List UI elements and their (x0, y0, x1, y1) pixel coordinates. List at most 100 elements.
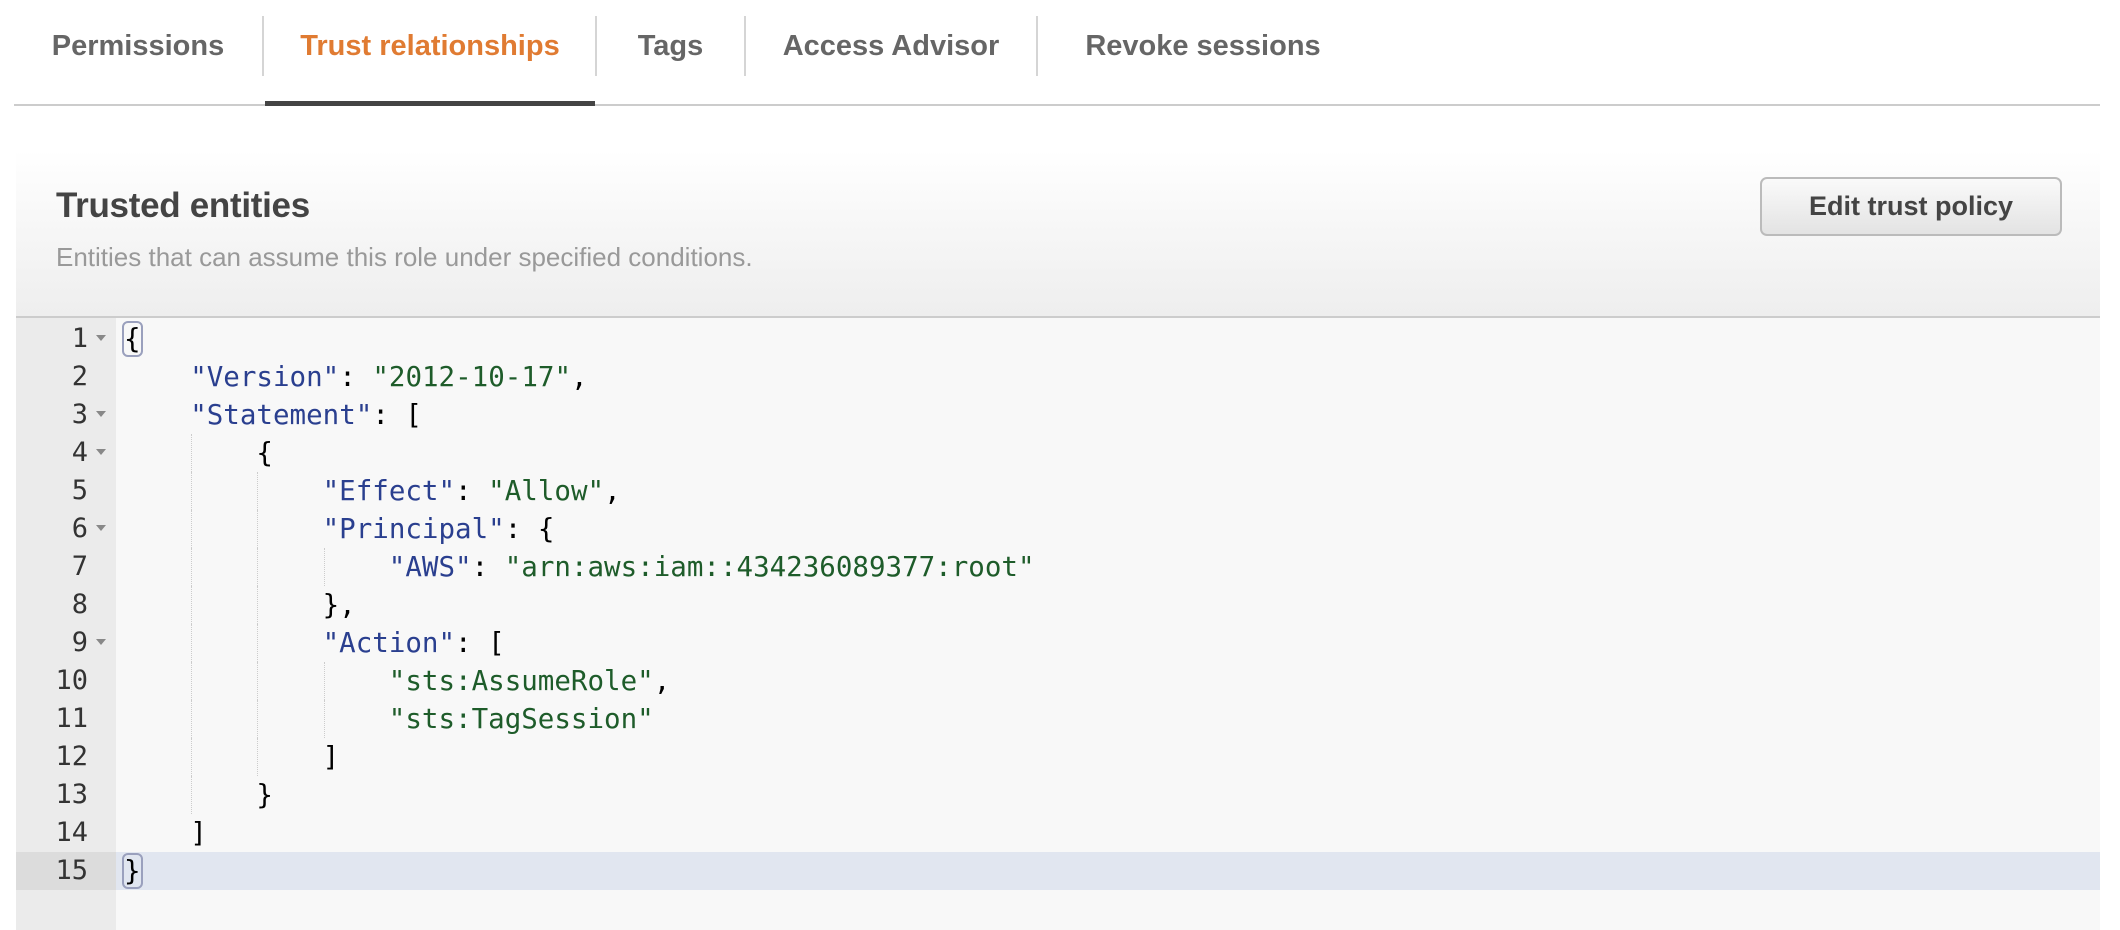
code-text: "AWS": "arn:aws:iam::434236089377:root" (389, 548, 1035, 586)
indent-guide (257, 662, 259, 700)
indent-guide (191, 548, 193, 586)
edit-trust-policy-button[interactable]: Edit trust policy (1760, 177, 2062, 236)
code-line: 1{ (16, 320, 2100, 358)
line-number: 10 (55, 665, 88, 696)
indent-guide (191, 586, 193, 624)
json-punctuation: : { (504, 513, 555, 545)
json-punctuation: : [ (455, 627, 505, 659)
code-text: "sts:AssumeRole", (389, 662, 670, 700)
tab-bar: Permissions Trust relationships Tags Acc… (14, 0, 2100, 106)
indent-guide (323, 700, 325, 738)
indent-guide (191, 738, 193, 776)
json-string: "arn:aws:iam::434236089377:root" (504, 551, 1035, 583)
fold-arrow-icon[interactable] (96, 335, 106, 341)
code-lines: 1{2 "Version": "2012-10-17", 3 "Statement":… (16, 320, 2100, 890)
line-number: 8 (71, 589, 88, 620)
indent-guide (257, 510, 259, 548)
trust-policy-code-viewer[interactable]: 1{2 "Version": "2012-10-17", 3 "Statement":… (16, 318, 2100, 930)
json-punctuation: } (122, 853, 143, 889)
line-number: 11 (55, 703, 88, 734)
line-number: 5 (71, 475, 88, 506)
json-punctuation: : (455, 475, 489, 507)
fold-arrow-icon[interactable] (96, 449, 106, 455)
section-description: Entities that can assume this role under… (56, 242, 753, 272)
json-string: "Allow" (488, 475, 605, 507)
json-key: "AWS" (388, 551, 472, 583)
json-key: "Statement" (190, 399, 373, 431)
json-punctuation: ] (322, 741, 340, 773)
code-text: "sts:TagSession" (389, 700, 654, 738)
indent-guide (257, 624, 259, 662)
code-text: } (256, 776, 273, 814)
tab-revoke-sessions[interactable]: Revoke sessions (1038, 0, 1368, 104)
indent-guide (257, 738, 259, 776)
indent-guide (191, 510, 193, 548)
json-key: "Effect" (322, 475, 456, 507)
indent-guide (257, 472, 259, 510)
code-line: 7 "AWS": "arn:aws:iam::434236089377:root" (16, 548, 2100, 586)
json-punctuation: , (653, 665, 671, 697)
json-key: "Action" (322, 627, 456, 659)
code-text: "Principal": { (323, 510, 555, 548)
json-punctuation: : (339, 361, 373, 393)
code-line: 10 "sts:AssumeRole", (16, 662, 2100, 700)
code-text: { (256, 434, 273, 472)
code-text: "Action": [ (323, 624, 505, 662)
json-punctuation: , (604, 475, 621, 507)
indent-guide (191, 472, 193, 510)
code-line: 11 "sts:TagSession" (16, 700, 2100, 738)
indent-guide (191, 434, 193, 472)
line-number: 15 (16, 852, 116, 890)
trusted-entities-header: Trusted entities Entities that can assum… (16, 150, 2100, 318)
indent-guide (191, 776, 193, 814)
code-line: 8}, (16, 586, 2100, 624)
line-number: 13 (55, 779, 88, 810)
code-text: "Statement": [ (190, 396, 422, 434)
tab-access-advisor[interactable]: Access Advisor (746, 0, 1036, 104)
indent-guide (257, 700, 259, 738)
json-punctuation: ] (190, 817, 207, 849)
json-punctuation: { (256, 437, 273, 469)
code-text: } (122, 852, 143, 890)
code-line: 14] (16, 814, 2100, 852)
json-punctuation: } (256, 779, 273, 811)
code-text: "Effect": "Allow", (323, 472, 621, 510)
code-line: 4{ (16, 434, 2100, 472)
section-title: Trusted entities (56, 186, 310, 225)
code-line: 6 "Principal": { (16, 510, 2100, 548)
code-line: 13} (16, 776, 2100, 814)
tab-permissions[interactable]: Permissions (14, 0, 262, 104)
code-text: { (122, 320, 143, 358)
json-punctuation: : (471, 551, 505, 583)
code-line: 9 "Action": [ (16, 624, 2100, 662)
line-number: 2 (71, 361, 88, 392)
code-line: 5 "Effect": "Allow", (16, 472, 2100, 510)
json-punctuation: { (122, 321, 143, 357)
json-key: "Version" (190, 361, 340, 393)
json-punctuation: , (571, 361, 588, 393)
json-punctuation: }, (322, 589, 356, 621)
line-number: 14 (55, 817, 88, 848)
json-string: "2012-10-17" (372, 361, 572, 393)
fold-arrow-icon[interactable] (96, 411, 106, 417)
indent-guide (257, 548, 259, 586)
fold-arrow-icon[interactable] (96, 639, 106, 645)
code-text: }, (323, 586, 356, 624)
line-number: 7 (71, 551, 88, 582)
fold-arrow-icon[interactable] (96, 525, 106, 531)
indent-guide (257, 586, 259, 624)
tab-trust-relationships[interactable]: Trust relationships (265, 0, 595, 106)
json-key: "Principal" (322, 513, 505, 545)
json-string: "sts:TagSession" (388, 703, 654, 735)
code-line: 15} (16, 852, 2100, 890)
tab-tags[interactable]: Tags (597, 0, 744, 104)
indent-guide (323, 548, 325, 586)
indent-guide (191, 624, 193, 662)
indent-guide (191, 700, 193, 738)
indent-guide (323, 662, 325, 700)
code-text: "Version": "2012-10-17", (190, 358, 587, 396)
tab-divider (262, 16, 264, 76)
code-text: ] (323, 738, 340, 776)
code-text: ] (190, 814, 207, 852)
line-number: 12 (55, 741, 88, 772)
